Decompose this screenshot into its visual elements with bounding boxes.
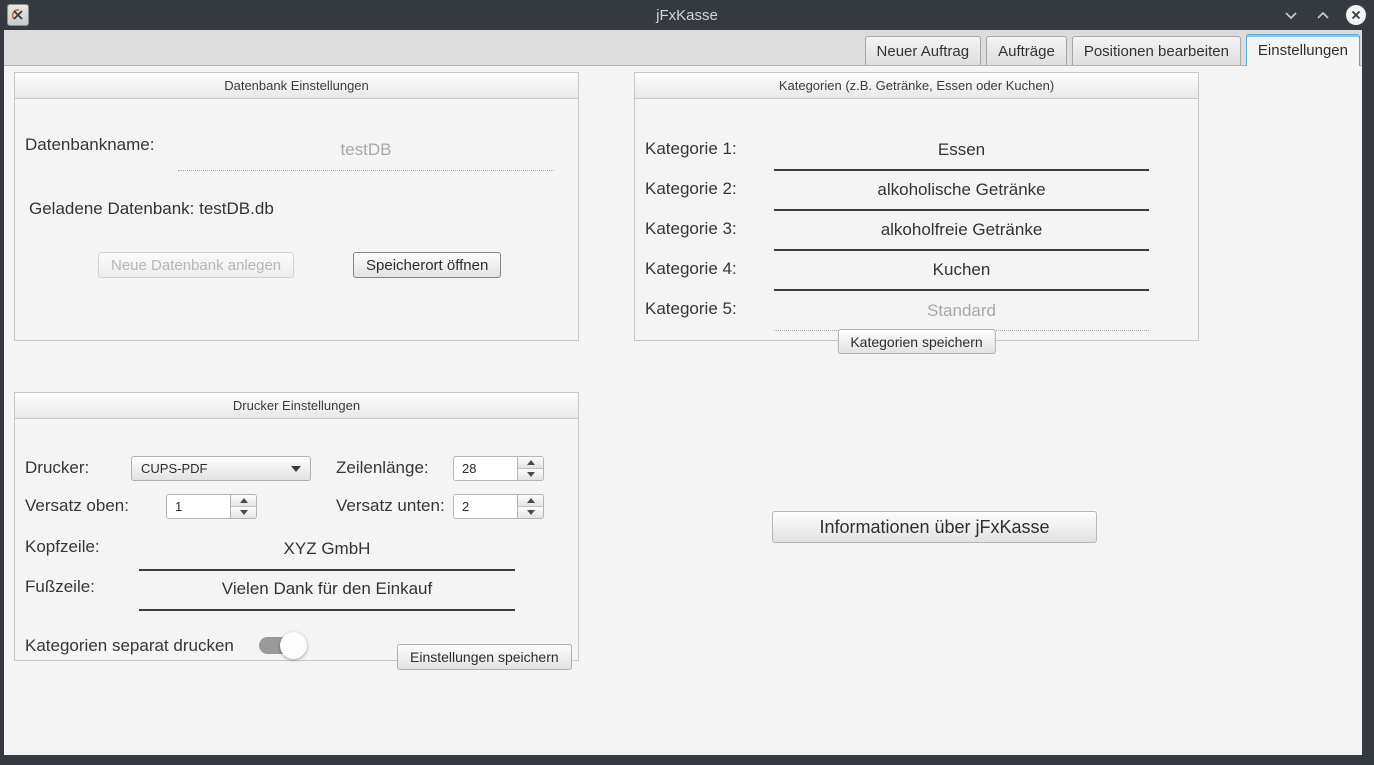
offset-top-spinner: [166, 494, 257, 519]
offset-bottom-spinner: [453, 494, 544, 519]
printer-panel-title: Drucker Einstellungen: [15, 393, 578, 419]
save-settings-button[interactable]: Einstellungen speichern: [397, 644, 572, 670]
footer-line-label: Fußzeile:: [25, 577, 95, 597]
category-3-input[interactable]: [774, 213, 1149, 251]
jfxkasse-window: { "window": { "title": "jFxKasse", "icon…: [0, 0, 1374, 765]
tab-auftraege[interactable]: Aufträge: [986, 36, 1067, 65]
printer-combobox-value: CUPS-PDF: [141, 461, 207, 476]
titlebar: jFxKasse: [0, 0, 1374, 30]
line-length-spinner: [453, 456, 544, 481]
tab-positionen-bearbeiten[interactable]: Positionen bearbeiten: [1072, 36, 1241, 65]
printer-combobox[interactable]: CUPS-PDF: [131, 456, 311, 481]
spinner-down-icon[interactable]: [518, 507, 543, 518]
database-name-label: Datenbankname:: [25, 135, 154, 155]
separate-categories-label: Kategorien separat drucken: [25, 636, 234, 656]
tab-neuer-auftrag[interactable]: Neuer Auftrag: [865, 36, 982, 65]
line-length-input[interactable]: [454, 457, 517, 480]
about-jfxkasse-button[interactable]: Informationen über jFxKasse: [772, 511, 1097, 543]
new-database-button[interactable]: Neue Datenbank anlegen: [98, 252, 294, 278]
spinner-up-icon[interactable]: [231, 495, 256, 507]
offset-bottom-input[interactable]: [454, 495, 517, 518]
maximize-button chevron-up-icon[interactable]: [1314, 6, 1332, 24]
spinner-down-icon[interactable]: [231, 507, 256, 518]
category-5-label: Kategorie 5:: [645, 299, 737, 319]
category-2-label: Kategorie 2:: [645, 179, 737, 199]
open-location-button[interactable]: Speicherort öffnen: [353, 252, 501, 278]
loaded-database-text: Geladene Datenbank: testDB.db: [29, 199, 274, 219]
categories-panel: Kategorien (z.B. Getränke, Essen oder Ku…: [634, 72, 1199, 341]
offset-top-input[interactable]: [167, 495, 230, 518]
separate-categories-toggle[interactable]: [259, 632, 299, 658]
database-name-input[interactable]: [178, 131, 554, 171]
save-categories-button[interactable]: Kategorien speichern: [837, 329, 995, 354]
combobox-caret-icon: [291, 466, 301, 472]
window-title: jFxKasse: [0, 7, 1374, 24]
category-4-label: Kategorie 4:: [645, 259, 737, 279]
app-x-icon: [7, 4, 29, 26]
category-3-label: Kategorie 3:: [645, 219, 737, 239]
database-settings-panel: Datenbank Einstellungen Datenbankname: G…: [14, 72, 579, 341]
category-4-input[interactable]: [774, 253, 1149, 291]
header-line-label: Kopfzeile:: [25, 537, 100, 557]
spinner-down-icon[interactable]: [518, 469, 543, 480]
database-panel-title: Datenbank Einstellungen: [15, 73, 578, 99]
toggle-knob: [280, 632, 307, 659]
printer-settings-panel: Drucker Einstellungen Drucker: CUPS-PDF …: [14, 392, 579, 661]
category-1-input[interactable]: [774, 133, 1149, 171]
window-content: Neuer Auftrag Aufträge Positionen bearbe…: [4, 30, 1362, 755]
offset-bottom-label: Versatz unten:: [336, 496, 445, 516]
footer-line-input[interactable]: [139, 571, 515, 611]
spinner-up-icon[interactable]: [518, 495, 543, 507]
tab-bar: Neuer Auftrag Aufträge Positionen bearbe…: [4, 30, 1362, 66]
close-button close-icon[interactable]: [1346, 5, 1366, 25]
tab-einstellungen[interactable]: Einstellungen: [1246, 34, 1360, 66]
offset-top-label: Versatz oben:: [25, 496, 129, 516]
printer-label: Drucker:: [25, 458, 89, 478]
categories-panel-title: Kategorien (z.B. Getränke, Essen oder Ku…: [635, 73, 1198, 99]
spinner-up-icon[interactable]: [518, 457, 543, 469]
line-length-label: Zeilenlänge:: [336, 458, 429, 478]
minimize-button chevron-down-icon[interactable]: [1282, 6, 1300, 24]
category-1-label: Kategorie 1:: [645, 139, 737, 159]
category-5-input[interactable]: [774, 293, 1149, 331]
header-line-input[interactable]: [139, 531, 515, 571]
window-controls: [1282, 0, 1366, 30]
category-2-input[interactable]: [774, 173, 1149, 211]
